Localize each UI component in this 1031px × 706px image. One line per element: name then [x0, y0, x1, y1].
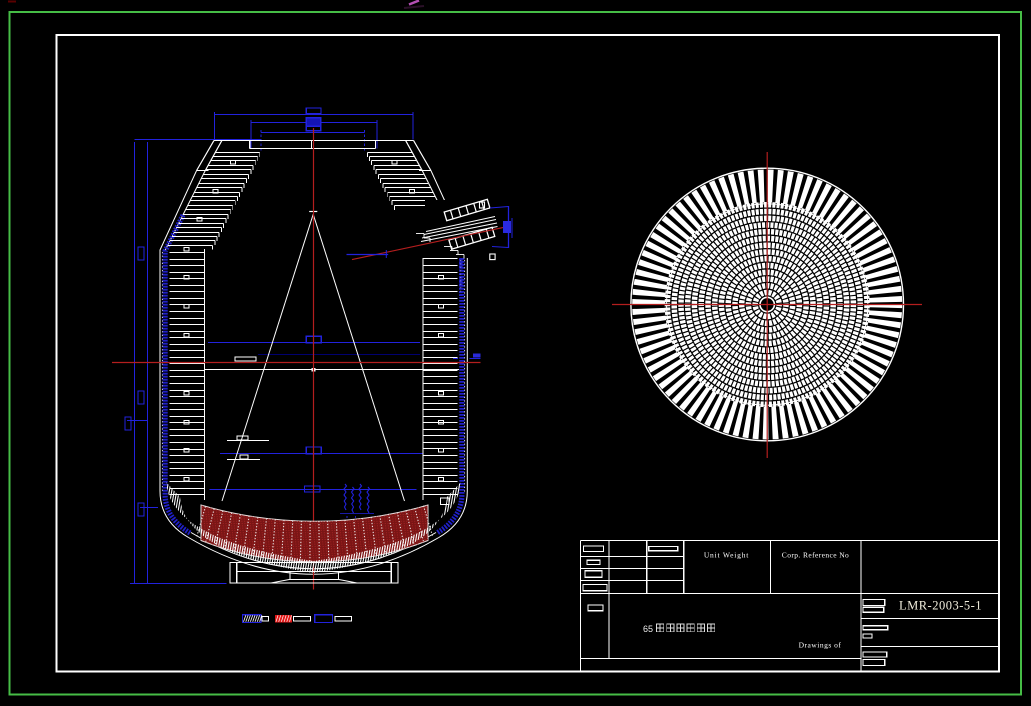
svg-text:Unit Weight: Unit Weight	[704, 551, 749, 560]
svg-text:Corp. Reference No: Corp. Reference No	[782, 551, 849, 560]
svg-text:Drawings of: Drawings of	[799, 641, 842, 650]
svg-text:65: 65	[643, 624, 653, 634]
svg-text:LMR-2003-5-1: LMR-2003-5-1	[899, 599, 982, 613]
